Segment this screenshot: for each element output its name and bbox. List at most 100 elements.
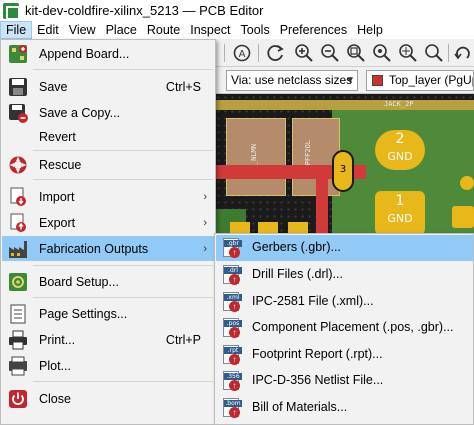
zoom-fit-icon[interactable] bbox=[346, 43, 366, 63]
save-copy-icon bbox=[9, 104, 28, 123]
layer-value: Top_layer (PgUp) bbox=[389, 73, 474, 87]
menu-item-import[interactable]: Import › bbox=[2, 184, 215, 209]
menu-item-board-setup[interactable]: Board Setup... bbox=[2, 269, 215, 294]
menu-help[interactable]: Help bbox=[352, 21, 388, 39]
menu-item-append-board[interactable]: Append Board... bbox=[2, 41, 215, 66]
netlist-file-icon: .356 ↑ bbox=[221, 371, 243, 392]
menu-separator bbox=[33, 179, 213, 180]
zoom-objects-icon[interactable] bbox=[372, 43, 392, 63]
menu-item-label: Import bbox=[39, 189, 75, 204]
menu-preferences[interactable]: Preferences bbox=[275, 21, 352, 39]
submenu-item-label: Footprint Report (.rpt)... bbox=[252, 347, 383, 361]
via-size-value: Via: use netclass sizes bbox=[231, 73, 353, 87]
menu-item-label: Save bbox=[39, 79, 68, 94]
power-icon bbox=[9, 390, 27, 408]
find-icon[interactable]: A bbox=[232, 43, 252, 63]
menu-edit[interactable]: Edit bbox=[32, 21, 64, 39]
menu-item-save-copy[interactable]: Save a Copy... bbox=[2, 100, 215, 125]
toolbar-separator bbox=[448, 44, 449, 62]
submenu-item-label: Gerbers (.gbr)... bbox=[252, 240, 341, 254]
menu-item-shortcut: Ctrl+S bbox=[165, 79, 201, 94]
pad-3-number: 3 bbox=[339, 164, 347, 175]
plotter-icon bbox=[9, 356, 27, 376]
chevron-right-icon: › bbox=[203, 242, 207, 255]
zoom-selection-icon[interactable] bbox=[424, 43, 444, 63]
layer-color-swatch bbox=[372, 75, 383, 86]
toolbar-separator bbox=[258, 44, 259, 62]
menu-separator bbox=[33, 381, 213, 382]
menu-item-label: Page Settings... bbox=[39, 306, 128, 321]
menu-item-label: Board Setup... bbox=[39, 274, 119, 289]
bom-file-icon: .bom ↑ bbox=[221, 398, 243, 419]
factory-icon bbox=[9, 241, 27, 258]
window-title: kit-dev-coldfire-xilinx_5213 — PCB Edito… bbox=[25, 3, 264, 18]
menu-item-label: Save a Copy... bbox=[39, 105, 121, 120]
menu-item-label: Plot... bbox=[39, 358, 71, 373]
via-size-select[interactable]: Via: use netclass sizes ▼ bbox=[226, 70, 358, 91]
rescue-icon bbox=[9, 156, 27, 174]
pad-1-net: GND bbox=[387, 212, 413, 225]
silk-jack-label: JACK_2P bbox=[384, 100, 414, 108]
xml-file-icon: .xml ↑ bbox=[221, 292, 243, 313]
svg-text:A: A bbox=[239, 49, 246, 60]
menu-item-print[interactable]: Print... Ctrl+P bbox=[2, 327, 215, 352]
printer-icon bbox=[9, 330, 27, 350]
zoom-in-icon[interactable] bbox=[294, 43, 314, 63]
rpt-file-icon: .rpt ↑ bbox=[221, 345, 243, 366]
submenu-item-gerbers[interactable]: .gbr ↑ Gerbers (.gbr)... bbox=[216, 235, 473, 261]
menu-item-rescue[interactable]: Rescue bbox=[2, 152, 215, 177]
menu-item-label: Append Board... bbox=[39, 46, 130, 61]
refresh-icon[interactable] bbox=[266, 43, 286, 63]
chevron-right-icon: › bbox=[203, 190, 207, 203]
menu-tools[interactable]: Tools bbox=[236, 21, 275, 39]
zoom-out-icon[interactable] bbox=[320, 43, 340, 63]
menu-separator bbox=[33, 297, 213, 298]
board-setup-icon bbox=[9, 273, 27, 291]
menu-item-page-settings[interactable]: Page Settings... bbox=[2, 301, 215, 326]
submenu-item-label: IPC-2581 File (.xml)... bbox=[252, 294, 374, 308]
chevron-down-icon: ▼ bbox=[345, 75, 355, 86]
menu-item-label: Revert bbox=[39, 129, 76, 144]
menu-file[interactable]: File bbox=[0, 21, 33, 39]
menu-inspect[interactable]: Inspect bbox=[185, 21, 235, 39]
menu-item-close[interactable]: Close bbox=[2, 386, 215, 411]
menu-item-revert[interactable]: Revert bbox=[2, 124, 215, 149]
submenu-item-ipc-d-356[interactable]: .356 ↑ IPC-D-356 Netlist File... bbox=[216, 368, 473, 394]
menu-view[interactable]: View bbox=[64, 21, 101, 39]
layer-select[interactable]: Top_layer (PgUp) bbox=[366, 70, 474, 91]
submenu-item-ipc2581[interactable]: .xml ↑ IPC-2581 File (.xml)... bbox=[216, 289, 473, 315]
board-edge-band bbox=[216, 100, 474, 110]
rotate-icon[interactable] bbox=[453, 43, 473, 63]
submenu-item-drill-files[interactable]: .drl ↑ Drill Files (.drl)... bbox=[216, 262, 473, 288]
pad-2-net: GND bbox=[387, 150, 413, 163]
zoom-center-icon[interactable] bbox=[398, 43, 418, 63]
menu-item-plot[interactable]: Plot... bbox=[2, 353, 215, 378]
submenu-item-label: Bill of Materials... bbox=[252, 400, 348, 414]
menu-item-label: Print... bbox=[39, 332, 76, 347]
page-settings-icon bbox=[10, 304, 26, 324]
append-board-icon bbox=[9, 45, 27, 63]
pad-1-number: 1 bbox=[395, 193, 405, 209]
import-icon bbox=[10, 187, 26, 206]
menu-item-label: Export bbox=[39, 215, 76, 230]
submenu-item-bill-of-materials[interactable]: .bom ↑ Bill of Materials... bbox=[216, 395, 473, 421]
toolbar-separator bbox=[224, 44, 225, 62]
smd-pad bbox=[452, 206, 474, 228]
menu-item-fabrication-outputs[interactable]: Fabrication Outputs › bbox=[2, 236, 215, 261]
menu-route[interactable]: Route bbox=[142, 21, 185, 39]
save-icon bbox=[9, 78, 27, 96]
menu-separator bbox=[33, 69, 213, 70]
menubar: File Edit View Place Route Inspect Tools… bbox=[0, 21, 474, 39]
file-menu: Append Board... Save Ctrl+S Save a Copy.… bbox=[0, 39, 216, 425]
menu-place[interactable]: Place bbox=[101, 21, 142, 39]
menu-item-export[interactable]: Export › bbox=[2, 210, 215, 235]
menu-item-save[interactable]: Save Ctrl+S bbox=[2, 74, 215, 99]
gerber-file-icon: .gbr ↑ bbox=[221, 238, 243, 259]
submenu-item-component-placement[interactable]: .pos ↑ Component Placement (.pos, .gbr)..… bbox=[216, 315, 473, 341]
title-bar: kit-dev-coldfire-xilinx_5213 — PCB Edito… bbox=[0, 0, 474, 21]
pos-file-icon: .pos ↑ bbox=[221, 318, 243, 339]
menu-item-label: Close bbox=[39, 391, 71, 406]
submenu-item-footprint-report[interactable]: .rpt ↑ Footprint Report (.rpt)... bbox=[216, 342, 473, 368]
pad-2-number: 2 bbox=[395, 131, 405, 147]
menu-item-shortcut: Ctrl+P bbox=[165, 332, 201, 347]
